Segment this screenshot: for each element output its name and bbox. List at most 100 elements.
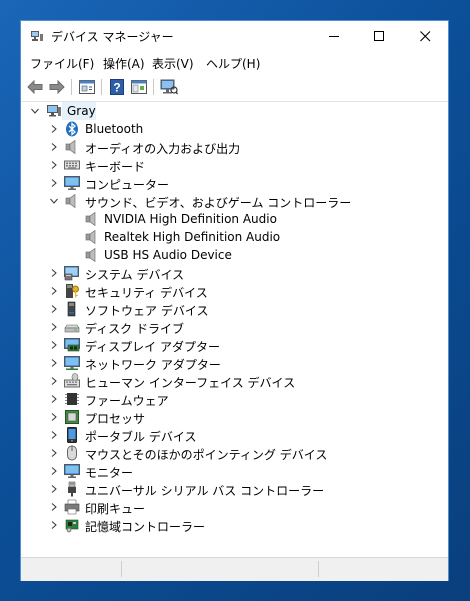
display-adapter-icon (64, 338, 80, 352)
tree-item-label: ソフトウェア デバイス (85, 304, 209, 318)
tree-item-label: ディスク ドライブ (85, 322, 184, 336)
tree-child-item[interactable]: NVIDIA High Definition Audio (22, 210, 442, 228)
tree-item-label: ユニバーサル シリアル バス コントローラー (85, 484, 325, 498)
chevron-right-icon[interactable] (50, 143, 58, 151)
back-button[interactable] (26, 78, 44, 96)
chevron-right-icon[interactable] (50, 467, 58, 475)
tree-item-label: ネットワーク アダプター (85, 358, 221, 372)
tree-item[interactable]: キーボード (22, 156, 442, 174)
device-manager-app-icon (31, 31, 43, 41)
tree-item[interactable]: 記憶域コントローラー (22, 516, 442, 534)
tree-item[interactable]: ディスプレイ アダプター (22, 336, 442, 354)
tree-item-label: ディスプレイ アダプター (85, 340, 220, 354)
tree-item-label: サウンド、ビデオ、およびゲーム コントローラー (85, 196, 352, 210)
tree-item-label: セキュリティ デバイス (85, 286, 208, 300)
tree-item-label: モニター (85, 466, 134, 480)
tree-item-label: オーディオの入力および出力 (85, 142, 241, 156)
chevron-right-icon[interactable] (50, 359, 58, 367)
tree-item[interactable]: モニター (22, 462, 442, 480)
svg-text:?: ? (113, 81, 120, 95)
tree-item[interactable]: 印刷キュー (22, 498, 442, 516)
tree-item[interactable]: ヒューマン インターフェイス デバイス (22, 372, 442, 390)
minimize-button[interactable] (312, 21, 357, 51)
disk-drive-icon (64, 324, 80, 333)
tree-item[interactable]: サウンド、ビデオ、およびゲーム コントローラー (22, 192, 442, 210)
show-hide-console-tree-button[interactable] (130, 78, 148, 96)
tree-item-label: NVIDIA High Definition Audio (104, 212, 277, 226)
tree-item[interactable]: オーディオの入力および出力 (22, 138, 442, 156)
tree-item-label: ファームウェア (85, 394, 169, 408)
system-device-icon (64, 266, 79, 281)
close-button[interactable] (403, 21, 448, 51)
help-button[interactable]: ? (108, 78, 126, 96)
tree-item-label: キーボード (85, 160, 146, 174)
chevron-down-icon[interactable] (50, 197, 58, 205)
hid-icon (64, 373, 80, 388)
window-title: デバイス マネージャー (51, 30, 174, 44)
chevron-right-icon[interactable] (50, 521, 58, 529)
back-icon (27, 80, 43, 94)
menu-view[interactable]: 表示(V) (152, 55, 194, 72)
title-bar[interactable]: デバイス マネージャー (21, 21, 448, 51)
chevron-right-icon[interactable] (50, 377, 58, 385)
device-manager-window: デバイス マネージャー ファイル(F) 操作(A) 表示(V) ヘルプ(H) ?… (20, 20, 449, 581)
chevron-right-icon[interactable] (50, 485, 58, 493)
chevron-right-icon[interactable] (50, 449, 58, 457)
portable-device-icon (67, 427, 77, 443)
tree-item[interactable]: コンピューター (22, 174, 442, 192)
scan-hardware-button[interactable] (160, 78, 178, 96)
tree-item-label: Gray (67, 104, 96, 118)
tree-item-label: USB HS Audio Device (104, 248, 232, 262)
toolbar-separator (153, 79, 154, 95)
tree-root-item[interactable]: Gray (22, 102, 442, 120)
tree-item[interactable]: プロセッサ (22, 408, 442, 426)
chevron-right-icon[interactable] (50, 323, 58, 331)
tree-item[interactable]: セキュリティ デバイス (22, 282, 442, 300)
tree-item[interactable]: Bluetooth (22, 120, 442, 138)
tree-item-label: ヒューマン インターフェイス デバイス (85, 376, 296, 390)
tree-item[interactable]: ファームウェア (22, 390, 442, 408)
help-icon: ? (110, 79, 124, 95)
tree-item-label: マウスとそのほかのポインティング デバイス (85, 448, 328, 462)
chevron-right-icon[interactable] (50, 341, 58, 349)
menu-action[interactable]: 操作(A) (103, 55, 145, 72)
status-pane (122, 561, 319, 577)
speaker-icon (85, 247, 96, 263)
tree-item[interactable]: ネットワーク アダプター (22, 354, 442, 372)
tree-item[interactable]: ディスク ドライブ (22, 318, 442, 336)
maximize-button[interactable] (357, 21, 402, 51)
chevron-right-icon[interactable] (50, 287, 58, 295)
tree-item[interactable]: ユニバーサル シリアル バス コントローラー (22, 480, 442, 498)
chevron-right-icon[interactable] (50, 413, 58, 421)
chevron-right-icon[interactable] (50, 503, 58, 511)
tree-item[interactable]: ポータブル デバイス (22, 426, 442, 444)
properties-icon (79, 80, 95, 94)
device-tree[interactable]: Gray Bluetooth オーディオの入力および出力 キーボードコンピューターサウ… (22, 102, 447, 557)
chevron-right-icon[interactable] (50, 179, 58, 187)
tree-item-label: システム デバイス (85, 268, 185, 282)
tree-child-item[interactable]: Realtek High Definition Audio (22, 228, 442, 246)
menu-file[interactable]: ファイル(F) (30, 55, 94, 72)
tree-item[interactable]: マウスとそのほかのポインティング デバイス (22, 444, 442, 462)
chevron-right-icon[interactable] (50, 125, 58, 133)
tree-item[interactable]: システム デバイス (22, 264, 442, 282)
tree-item-label: コンピューター (85, 178, 170, 192)
maximize-icon (374, 30, 384, 41)
tree-item-label: 記憶域コントローラー (85, 520, 206, 534)
tree-item[interactable]: ソフトウェア デバイス (22, 300, 442, 318)
speaker-icon (85, 211, 96, 227)
properties-button[interactable] (78, 78, 96, 96)
chevron-right-icon[interactable] (50, 395, 58, 403)
menu-help[interactable]: ヘルプ(H) (206, 55, 260, 72)
forward-button[interactable] (48, 78, 66, 96)
status-pane (319, 561, 445, 577)
scan-hardware-icon (160, 79, 178, 95)
chevron-right-icon[interactable] (50, 161, 58, 169)
chevron-right-icon[interactable] (50, 269, 58, 277)
chevron-right-icon[interactable] (50, 431, 58, 439)
chevron-down-icon[interactable] (31, 107, 39, 115)
monitor-icon (64, 464, 80, 478)
chevron-right-icon[interactable] (50, 305, 58, 313)
tree-child-item[interactable]: USB HS Audio Device (22, 246, 442, 264)
network-adapter-icon (64, 356, 80, 370)
